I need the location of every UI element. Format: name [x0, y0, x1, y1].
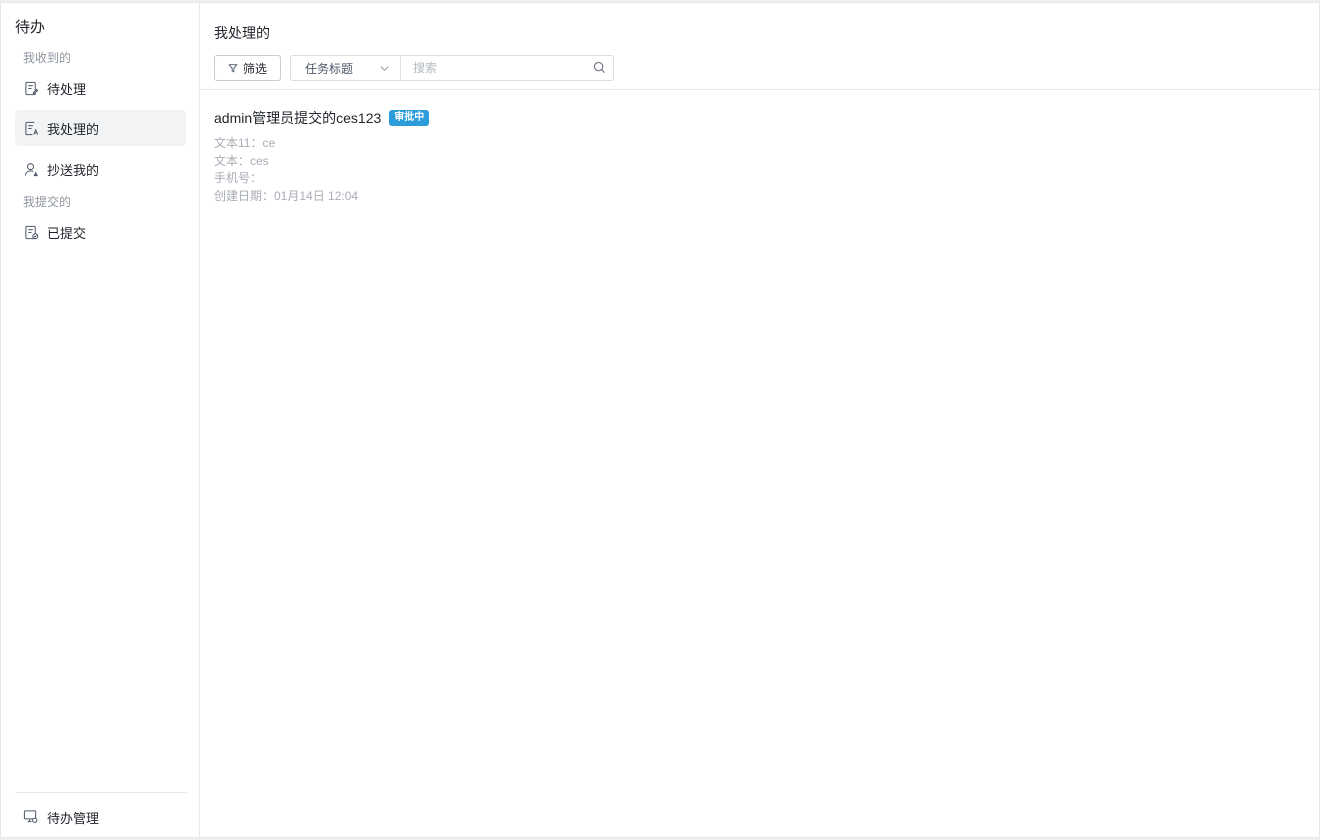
sidebar: 待办 我收到的 待处理 我处理的 抄送我的 我提交的 已提交 待办管理	[1, 3, 200, 837]
manage-todo-button[interactable]: 待办管理	[15, 799, 186, 835]
sidebar-item-label: 我处理的	[47, 121, 100, 137]
toolbar-divider	[200, 89, 1320, 90]
handled-doc-icon	[23, 120, 39, 136]
group-label-received: 我收到的	[23, 51, 72, 65]
status-badge: 审批中	[389, 110, 430, 126]
sidebar-item-cc[interactable]: 抄送我的	[15, 151, 186, 187]
filter-icon	[228, 63, 238, 73]
sidebar-item-label: 已提交	[47, 225, 87, 241]
search-input[interactable]	[401, 56, 593, 80]
task-field: 创建日期：01月14日 12:04	[214, 188, 359, 203]
filter-button[interactable]: 筛选	[214, 55, 281, 81]
search-field-select[interactable]: 任务标题	[291, 56, 401, 80]
filter-button-label: 筛选	[242, 61, 267, 76]
sidebar-item-label: 待处理	[47, 81, 87, 97]
sidebar-title: 待办	[15, 19, 46, 36]
manage-monitor-icon	[23, 809, 39, 825]
sidebar-item-label: 抄送我的	[47, 162, 100, 178]
sidebar-item-handled[interactable]: 我处理的	[15, 110, 186, 146]
search-icon[interactable]	[593, 61, 607, 75]
task-title: admin管理员提交的ces123	[214, 110, 382, 126]
sidebar-item-pending[interactable]: 待处理	[15, 70, 186, 106]
search-group: 任务标题	[290, 55, 614, 81]
task-card[interactable]: admin管理员提交的ces123 审批中 文本11：ce 文本：ces 手机号…	[214, 107, 814, 205]
app-window: 待办 我收到的 待处理 我处理的 抄送我的 我提交的 已提交 待办管理 我处理的…	[0, 2, 1320, 838]
cc-user-icon	[23, 161, 39, 177]
task-field: 文本：ces	[214, 153, 269, 168]
manage-todo-label: 待办管理	[47, 810, 100, 826]
sidebar-item-submitted[interactable]: 已提交	[15, 214, 186, 250]
task-field: 手机号：	[214, 171, 263, 185]
task-title-row: admin管理员提交的ces123 审批中	[214, 107, 814, 129]
page-title: 我处理的	[214, 25, 270, 41]
chevron-down-icon	[379, 63, 390, 74]
task-fields: 文本11：ce 文本：ces 手机号： 创建日期：01月14日 12:04	[214, 135, 814, 205]
group-label-submitted: 我提交的	[23, 195, 72, 209]
sidebar-divider	[15, 792, 187, 793]
task-field: 文本11：ce	[214, 136, 276, 150]
pending-doc-icon	[23, 80, 39, 96]
submitted-doc-icon	[23, 224, 39, 240]
toolbar: 筛选 任务标题	[214, 55, 614, 81]
main-content: 我处理的 筛选 任务标题 搜索 admin管理员提交的ces123 审批中 文本…	[200, 3, 1320, 837]
search-field-select-value: 任务标题	[305, 61, 354, 76]
